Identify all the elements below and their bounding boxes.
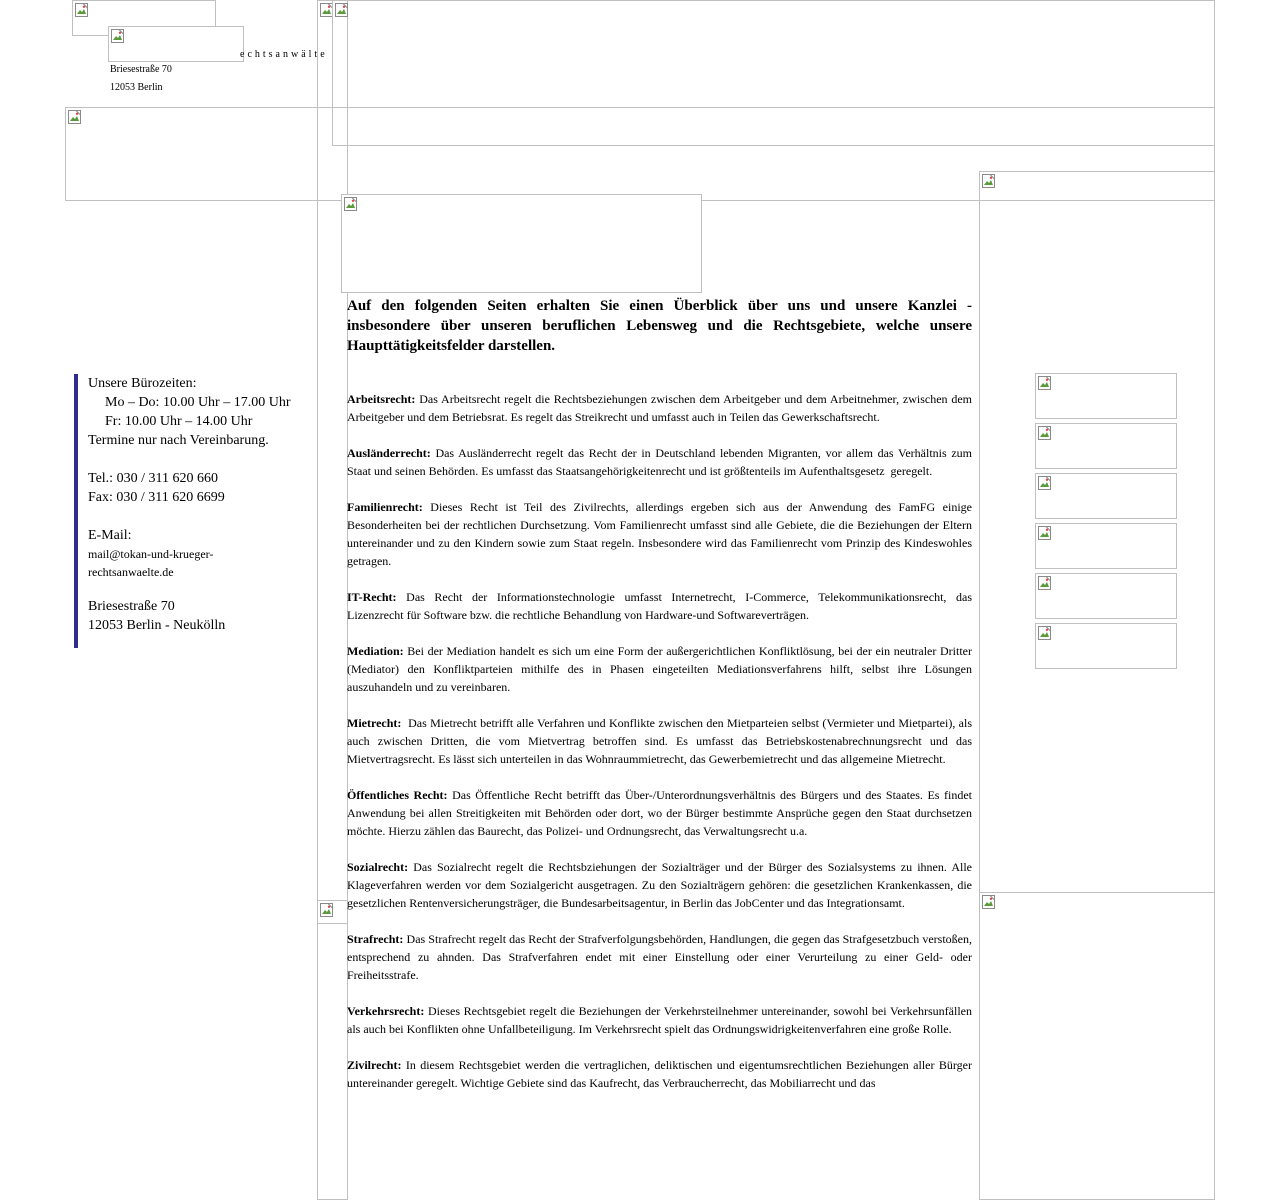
email-line-1[interactable]: mail@tokan-und-krueger- xyxy=(88,545,318,563)
legal-area-description: Das Ausländerrecht regelt das Recht der … xyxy=(347,446,972,478)
header-address-street: Briesestraße 70 xyxy=(110,64,172,75)
legal-area-term: Ausländerrecht: xyxy=(347,446,431,460)
broken-image-icon xyxy=(1038,626,1052,640)
broken-image-icon xyxy=(1038,576,1052,590)
header-tagline: echtsanwälte xyxy=(240,49,328,60)
legal-area-term: Verkehrsrecht: xyxy=(347,1004,425,1018)
left-footer-image xyxy=(317,900,348,924)
legal-area-entry: Arbeitsrecht: Das Arbeitsrecht regelt di… xyxy=(347,390,972,426)
side-link-image-2[interactable] xyxy=(1035,423,1177,469)
legal-area-term: Mietrecht: xyxy=(347,716,402,730)
legal-area-term: Arbeitsrecht: xyxy=(347,392,416,406)
broken-image-icon xyxy=(344,197,358,211)
email-link[interactable]: mail@tokan-und-krueger- rechtsanwaelte.d… xyxy=(88,545,318,581)
broken-image-icon xyxy=(1038,526,1052,540)
broken-image-icon xyxy=(320,903,334,917)
intro-text: Auf den folgenden Seiten erhalten Sie ei… xyxy=(347,298,972,354)
sidebar-street: Briesestraße 70 xyxy=(88,599,175,614)
legal-area-entry: Strafrecht: Das Strafrecht regelt das Re… xyxy=(347,930,972,984)
appointment-note: Termine nur nach Vereinbarung. xyxy=(88,433,269,448)
broken-image-icon xyxy=(335,3,349,17)
side-link-image-4[interactable] xyxy=(1035,523,1177,569)
content-header-image xyxy=(341,194,702,293)
fax-number: Fax: 030 / 311 620 6699 xyxy=(88,490,225,505)
legal-area-description: Das Arbeitsrecht regelt die Rechtsbezieh… xyxy=(347,392,972,424)
broken-image-icon xyxy=(68,110,82,124)
legal-area-term: Mediation: xyxy=(347,644,404,658)
legal-area-entry: Mietrecht: Das Mietrecht betrifft alle V… xyxy=(347,714,972,768)
legal-area-description: Dieses Rechtsgebiet regelt die Beziehung… xyxy=(347,1004,972,1036)
legal-area-term: IT-Recht: xyxy=(347,590,397,604)
legal-area-entry: Sozialrecht: Das Sozialrecht regelt die … xyxy=(347,858,972,912)
legal-area-description: Das Recht der Informationstechnologie um… xyxy=(347,590,972,622)
legal-area-description: Das Sozialrecht regelt die Rechtsbziehun… xyxy=(347,860,972,910)
phone-number: Tel.: 030 / 311 620 660 xyxy=(88,471,218,486)
legal-area-entry: Familienrecht: Dieses Recht ist Teil des… xyxy=(347,498,972,570)
legal-area-entry: Ausländerrecht: Das Ausländerrecht regel… xyxy=(347,444,972,480)
email-label: E-Mail: xyxy=(88,528,132,543)
legal-area-description: Bei der Mediation handelt es sich um ein… xyxy=(347,644,972,694)
email-line-2[interactable]: rechtsanwaelte.de xyxy=(88,563,318,581)
broken-image-icon xyxy=(1038,476,1052,490)
legal-area-description: In diesem Rechtsgebiet werden die vertra… xyxy=(347,1058,972,1090)
legal-area-entry: IT-Recht: Das Recht der Informationstech… xyxy=(347,588,972,624)
office-hours-fr: Fr: 10.00 Uhr – 14.00 Uhr xyxy=(105,414,253,429)
header-address-city: 12053 Berlin xyxy=(110,82,163,93)
legal-area-description: Dieses Recht ist Teil des Zivilrechts, a… xyxy=(347,500,972,568)
legal-area-entry: Mediation: Bei der Mediation handelt es … xyxy=(347,642,972,696)
sidebar-city: 12053 Berlin - Neukölln xyxy=(88,618,226,633)
legal-area-entry: Verkehrsrecht: Dieses Rechtsgebiet regel… xyxy=(347,1002,972,1038)
contact-sidebar: Unsere Bürozeiten: Mo – Do: 10.00 Uhr – … xyxy=(74,374,318,648)
side-link-image-5[interactable] xyxy=(1035,573,1177,619)
side-link-image-3[interactable] xyxy=(1035,473,1177,519)
legal-area-term: Strafrecht: xyxy=(347,932,404,946)
legal-area-term: Familienrecht: xyxy=(347,500,423,514)
legal-area-term: Sozialrecht: xyxy=(347,860,409,874)
legal-areas-list: Arbeitsrecht: Das Arbeitsrecht regelt di… xyxy=(347,390,972,1092)
side-link-image-1[interactable] xyxy=(1035,373,1177,419)
broken-image-icon xyxy=(1038,426,1052,440)
legal-area-entry: Zivilrecht: In diesem Rechtsgebiet werde… xyxy=(347,1056,972,1092)
legal-area-entry: Öffentliches Recht: Das Öffentliche Rech… xyxy=(347,786,972,840)
right-footer-image xyxy=(979,892,1215,1200)
legal-area-description: Das Strafrecht regelt das Recht der Stra… xyxy=(347,932,972,982)
broken-image-icon xyxy=(982,174,996,188)
legal-area-description: Das Mietrecht betrifft alle Verfahren un… xyxy=(347,716,972,766)
office-hours-mo-do: Mo – Do: 10.00 Uhr – 17.00 Uhr xyxy=(105,395,291,410)
main-content: Auf den folgenden Seiten erhalten Sie ei… xyxy=(347,296,972,1168)
logo-text-image xyxy=(108,26,244,62)
broken-image-icon xyxy=(75,3,89,17)
legal-area-term: Öffentliches Recht: xyxy=(347,788,448,802)
broken-image-icon xyxy=(111,29,125,43)
broken-image-icon xyxy=(1038,376,1052,390)
legal-area-term: Zivilrecht: xyxy=(347,1058,402,1072)
side-link-image-6[interactable] xyxy=(1035,623,1177,669)
broken-image-icon xyxy=(982,895,996,909)
office-hours-title: Unsere Bürozeiten: xyxy=(88,376,197,391)
